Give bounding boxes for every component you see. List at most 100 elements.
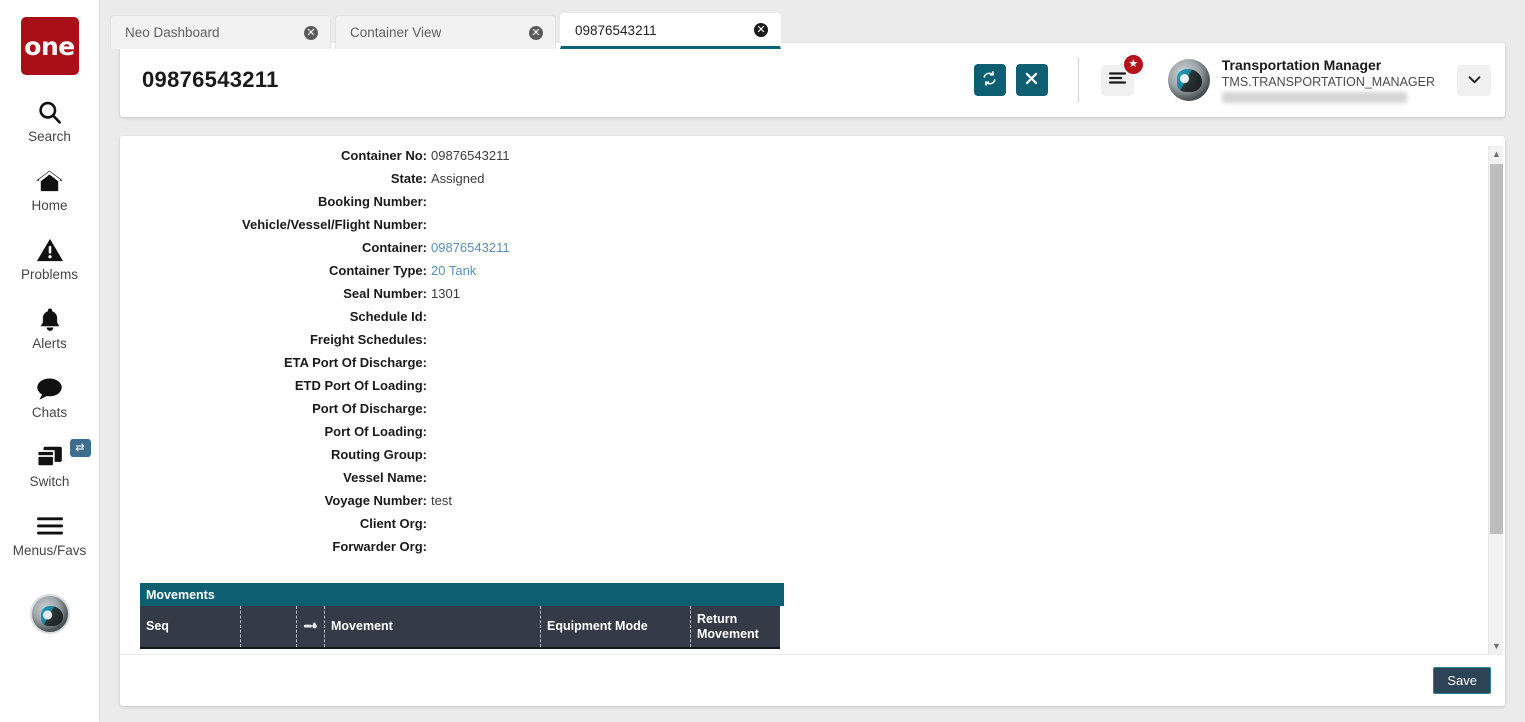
left-sidebar: one Search Home Problems Alerts Chats ⇄ … [0,0,100,722]
field-row: Container No: 09876543211 [120,148,1505,171]
sidebar-item-label: Switch [29,474,70,489]
scroll-down-button[interactable]: ▼ [1489,638,1504,654]
save-button[interactable]: Save [1433,667,1491,694]
close-x-icon [1025,72,1038,89]
field-row: Schedule Id: [120,309,1505,332]
field-row: Client Org: [120,516,1505,539]
movements-column-header[interactable]: Movement [324,606,540,647]
field-value-link[interactable]: 20 Tank [431,263,476,278]
sidebar-item-problems[interactable]: Problems [0,235,100,282]
container-field-list: Container No: 09876543211 State: Assigned Bo… [120,136,1505,562]
tab-label: Container View [350,25,442,40]
field-row: Container Type: 20 Tank [120,263,1505,286]
tab-container-view[interactable]: Container View ✕ [335,15,556,49]
tab-neo-dashboard[interactable]: Neo Dashboard ✕ [110,15,331,49]
sidebar-item-switch[interactable]: ⇄ Switch [0,439,100,489]
movements-column-header[interactable] [240,606,296,647]
movements-column-header[interactable] [296,606,324,647]
sidebar-item-label: Menus/Favs [12,543,87,558]
field-row: Port Of Discharge: [120,401,1505,424]
movements-header-row: Seq Movement Equipment Mode Return Movement [140,606,780,649]
header-menu-button[interactable]: ★ [1100,53,1144,96]
user-redacted-line [1221,92,1407,103]
scrollbar-thumb[interactable] [1490,164,1503,534]
user-role: Transportation Manager [1221,57,1382,73]
field-row: ETA Port Of Discharge: [120,355,1505,378]
sidebar-item-label: Problems [20,267,79,282]
chevron-down-icon [1468,73,1481,87]
field-row: Container: 09876543211 [120,240,1505,263]
field-label: Freight Schedules: [309,332,427,347]
hamburger-icon [36,511,64,541]
sidebar-item-search[interactable]: Search [0,97,100,144]
field-label: ETD Port Of Loading: [294,378,427,393]
close-circle-icon[interactable]: ✕ [754,23,768,37]
movements-column-header[interactable]: Return Movement [690,606,780,647]
movements-table: Movements Seq Movement Equipment Mode Retur… [140,583,784,649]
movements-column-label: Seq [146,619,169,633]
field-row: State: Assigned [120,171,1505,194]
field-label: Container Type: [329,263,427,278]
field-label: Voyage Number: [324,493,427,508]
field-row: Forwarder Org: [120,539,1505,562]
tab-strip: Neo Dashboard ✕ Container View ✕ 0987654… [110,13,781,49]
field-label: Vessel Name: [343,470,427,485]
switch-windows-icon [36,442,64,472]
field-label: Client Org: [359,516,427,531]
close-circle-icon[interactable]: ✕ [304,25,318,40]
panel-footer: Save [120,654,1505,706]
field-value: Assigned [431,171,485,186]
field-value: 09876543211 [431,148,510,163]
sidebar-item-alerts[interactable]: Alerts [0,304,100,351]
user-menu-toggle[interactable] [1457,64,1491,96]
field-label: Container No: [341,148,427,163]
swap-arrows-icon[interactable]: ⇄ [69,439,91,457]
field-label: Port Of Loading: [324,424,427,439]
field-value-link[interactable]: 09876543211 [431,240,510,255]
refresh-icon [982,70,997,90]
bell-icon [37,304,63,334]
field-label: Booking Number: [317,194,427,209]
close-circle-icon[interactable]: ✕ [529,25,543,40]
sidebar-item-chats[interactable]: Chats [0,373,100,420]
one-logo[interactable]: one [20,17,79,75]
tab-09876543211[interactable]: 09876543211 ✕ [560,13,781,49]
field-row: Freight Schedules: [120,332,1505,355]
header-divider [1077,57,1079,103]
user-id: TMS.TRANSPORTATION_MANAGER [1221,75,1435,89]
avatar[interactable] [1167,59,1210,101]
detail-scroll-area: Container No: 09876543211 State: Assigned Bo… [120,136,1505,653]
field-label: Vehicle/Vessel/Flight Number: [242,217,427,232]
warning-triangle-icon [36,235,64,265]
vertical-scrollbar[interactable]: ▲ ▼ [1488,146,1503,654]
tab-label: Neo Dashboard [125,25,220,40]
refresh-button[interactable] [973,64,1006,96]
movements-column-header[interactable]: Seq [140,606,240,647]
scroll-up-button[interactable]: ▲ [1489,146,1504,162]
page-title: 09876543211 [142,67,279,92]
sidebar-item-home[interactable]: Home [0,166,100,213]
field-value: test [431,493,452,508]
field-label: ETA Port Of Discharge: [283,355,427,370]
hamburger-menu-icon [1108,71,1126,90]
field-label: Port Of Discharge: [312,401,427,416]
field-row: Vehicle/Vessel/Flight Number: [120,217,1505,240]
sidebar-item-label: Chats [31,405,68,420]
field-label: State: [390,171,427,186]
movements-title: Movements [140,583,784,606]
header-actions: ★ Transportation Manager TMS.TRANSPORTAT… [964,43,1505,117]
user-info: Transportation Manager TMS.TRANSPORTATIO… [1221,57,1435,103]
movements-column-label: Return Movement [697,611,759,641]
home-icon [35,166,64,196]
page-header: 09876543211 ★ Transportation Manager TMS… [120,43,1505,117]
movements-column-header[interactable]: Equipment Mode [540,606,690,647]
field-row: ETD Port Of Loading: [120,378,1505,401]
sidebar-item-label: Alerts [32,336,67,351]
sidebar-item-label: Home [31,198,68,213]
field-row: Vessel Name: [120,470,1505,493]
close-button[interactable] [1015,64,1048,96]
sidebar-assistant-avatar[interactable] [29,594,70,634]
field-row: Seal Number: 1301 [120,286,1505,309]
star-icon[interactable]: ★ [1122,53,1144,75]
sidebar-item-menus-favs[interactable]: Menus/Favs [0,511,100,558]
